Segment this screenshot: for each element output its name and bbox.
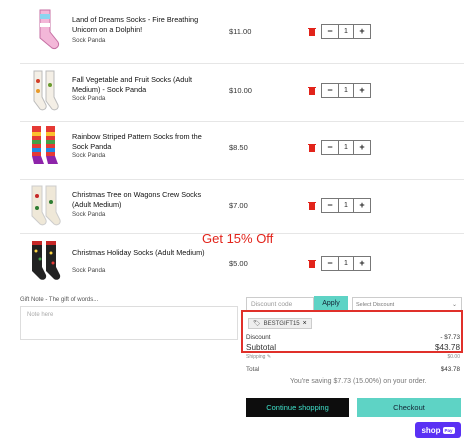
product-price: $8.50 (229, 143, 248, 152)
quantity-input[interactable]: 1 (338, 84, 354, 97)
increase-button[interactable]: + (354, 84, 370, 97)
quantity-input[interactable]: 1 (338, 25, 354, 38)
pencil-icon[interactable]: ✎ (267, 354, 271, 360)
increase-button[interactable]: + (354, 257, 370, 270)
trash-icon[interactable] (308, 259, 316, 268)
discount-select-value: Select Discount (356, 302, 395, 308)
quantity-stepper: − 1 + (321, 24, 371, 39)
shop-pay-label: shop (421, 425, 441, 435)
trash-icon[interactable] (308, 201, 316, 210)
product-price: $10.00 (229, 86, 252, 95)
decrease-button[interactable]: − (322, 84, 338, 97)
decrease-button[interactable]: − (322, 141, 338, 154)
product-image[interactable] (26, 8, 62, 52)
checkout-button[interactable]: Checkout (357, 398, 461, 417)
cart-row: Rainbow Striped Pattern Socks from the S… (20, 121, 464, 179)
discount-label: Discount (246, 334, 271, 341)
discount-code-input[interactable]: Discount code (246, 297, 314, 311)
quantity-input[interactable]: 1 (338, 257, 354, 270)
product-image[interactable] (26, 239, 62, 283)
total-label: Total (246, 366, 260, 373)
chevron-down-icon: ⌄ (451, 302, 457, 308)
decrease-button[interactable]: − (322, 199, 338, 212)
quantity-stepper: − 1 + (321, 256, 371, 271)
trash-icon[interactable] (308, 86, 316, 95)
subtotal-value: $43.78 (434, 343, 460, 352)
savings-message: You're saving $7.73 (15.00%) on your ord… (290, 378, 427, 385)
increase-button[interactable]: + (354, 141, 370, 154)
increase-button[interactable]: + (354, 25, 370, 38)
shipping-label-text: Shipping (246, 354, 266, 360)
quantity-input[interactable]: 1 (338, 199, 354, 212)
product-vendor: Sock Panda (72, 37, 106, 44)
subtotal-label: Subtotal (246, 343, 277, 352)
decrease-button[interactable]: − (322, 257, 338, 270)
product-vendor: Sock Panda (72, 95, 106, 102)
product-name[interactable]: Christmas Holiday Socks (Adult Medium) (72, 248, 212, 258)
product-price: $7.00 (229, 201, 248, 210)
quantity-stepper: − 1 + (321, 198, 371, 213)
shop-pay-pay: Pay (442, 426, 455, 434)
product-image[interactable] (26, 69, 62, 113)
trash-icon[interactable] (308, 27, 316, 36)
gift-note-placeholder: Note here (27, 312, 54, 318)
promo-banner: Get 15% Off (202, 231, 274, 246)
cart-row: Land of Dreams Socks - Fire Breathing Un… (20, 0, 464, 66)
decrease-button[interactable]: − (322, 25, 338, 38)
shipping-label: Shipping ✎ (246, 354, 271, 360)
cart-row: Fall Vegetable and Fruit Socks (Adult Me… (20, 63, 464, 121)
product-vendor: Sock Panda (72, 211, 106, 218)
quantity-input[interactable]: 1 (338, 141, 354, 154)
quantity-stepper: − 1 + (321, 140, 371, 155)
gift-note-label: Gift Note - The gift of words... (20, 297, 99, 303)
product-price: $5.00 (229, 259, 248, 268)
product-vendor: Sock Panda (72, 152, 106, 159)
discount-select[interactable]: Select Discount ⌄ (352, 297, 462, 311)
product-image[interactable] (26, 124, 62, 168)
gift-note-field[interactable]: Note here (20, 306, 238, 340)
continue-shopping-button[interactable]: Continue shopping (246, 398, 349, 417)
trash-icon[interactable] (308, 143, 316, 152)
product-name[interactable]: Land of Dreams Socks - Fire Breathing Un… (72, 15, 212, 34)
total-value: $43.78 (440, 366, 460, 373)
product-image[interactable] (26, 184, 62, 228)
product-vendor: Sock Panda (72, 267, 106, 274)
product-name[interactable]: Fall Vegetable and Fruit Socks (Adult Me… (72, 75, 212, 94)
product-price: $11.00 (229, 27, 252, 36)
shop-pay-button[interactable]: shop Pay (415, 422, 461, 438)
product-name[interactable]: Rainbow Striped Pattern Socks from the S… (72, 132, 212, 151)
product-name[interactable]: Christmas Tree on Wagons Crew Socks (Adu… (72, 190, 212, 209)
discount-value: - $7.73 (440, 334, 460, 341)
quantity-stepper: − 1 + (321, 83, 371, 98)
increase-button[interactable]: + (354, 199, 370, 212)
shipping-value: $0.00 (447, 354, 460, 360)
apply-button[interactable]: Apply (314, 296, 348, 311)
cart-row: Christmas Tree on Wagons Crew Socks (Adu… (20, 179, 464, 233)
